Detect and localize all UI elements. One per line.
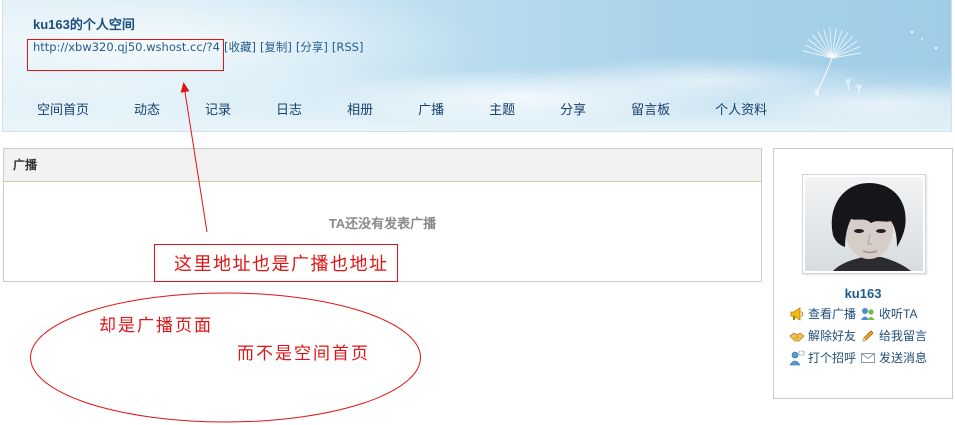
- avatar-photo: [805, 177, 923, 271]
- profile-actions: 查看广播 收听TA 解除好友 给我留言 打个招呼 发送消息: [789, 306, 942, 366]
- avatar-eye-right: [876, 229, 886, 233]
- listen-people-icon: [861, 308, 875, 320]
- page-note-ellipse: [30, 292, 421, 423]
- greet-label: 打个招呼: [808, 351, 857, 365]
- follow-label: 收听TA: [879, 307, 918, 321]
- nav-item-broadcast[interactable]: 广播: [418, 102, 444, 118]
- nav-item-blog[interactable]: 日志: [276, 102, 302, 118]
- megaphone-icon: [790, 307, 803, 321]
- page-note-line-2: 而不是空间首页: [237, 344, 370, 363]
- greet-action[interactable]: 打个招呼: [789, 350, 860, 366]
- avatar[interactable]: [802, 174, 926, 274]
- leave-message-label: 给我留言: [879, 329, 928, 343]
- send-message-label: 发送消息: [879, 351, 928, 365]
- avatar-eye-left: [854, 229, 864, 233]
- profile-username[interactable]: ku163: [774, 286, 952, 301]
- dandelion-filaments: [802, 28, 862, 59]
- nav-item-album[interactable]: 相册: [347, 102, 373, 118]
- nav-item-doing[interactable]: 记录: [205, 102, 231, 118]
- space-url-bar: http://xbw320.qj50.wshost.cc/?4 [收藏] [复制] […: [33, 39, 363, 55]
- nav-item-thread[interactable]: 主题: [489, 102, 515, 118]
- floating-speck: [921, 38, 923, 40]
- send-message-action[interactable]: 发送消息: [860, 350, 942, 366]
- handshake-icon: [789, 332, 805, 342]
- dandelion-stem: [817, 57, 833, 91]
- profile-sidebar: ku163 查看广播 收听TA 解除好友 给我留言 打个招呼 发送消息: [773, 148, 953, 399]
- panel-header: 广播: [4, 149, 761, 182]
- panel-title: 广播: [13, 158, 38, 172]
- dandelion-decoration: [802, 28, 938, 97]
- pencil-icon: [862, 330, 874, 342]
- follow-action[interactable]: 收听TA: [860, 306, 942, 322]
- floating-speck: [934, 46, 938, 50]
- dandelion-seed: [815, 89, 819, 97]
- nav-item-share[interactable]: 分享: [560, 102, 586, 118]
- panel-body: TA还没有发表广播: [4, 182, 761, 233]
- greet-user-icon: [789, 350, 805, 366]
- broadcast-panel: 广播 TA还没有发表广播: [3, 148, 762, 282]
- nav-item-home[interactable]: 空间首页: [37, 102, 89, 118]
- view-broadcast-label: 查看广播: [808, 307, 857, 321]
- remove-friend-action[interactable]: 解除好友: [789, 328, 860, 344]
- rss-link[interactable]: [RSS]: [332, 40, 364, 54]
- nav-item-feed[interactable]: 动态: [134, 102, 160, 118]
- envelope-icon: [861, 353, 875, 363]
- leave-message-action[interactable]: 给我留言: [860, 328, 942, 344]
- space-header-banner: ku163的个人空间 http://xbw320.qj50.wshost.cc/…: [2, 0, 952, 132]
- space-page: ku163的个人空间 http://xbw320.qj50.wshost.cc/…: [0, 0, 955, 425]
- nav-item-profile[interactable]: 个人资料: [715, 102, 767, 118]
- share-link[interactable]: [分享]: [296, 40, 328, 54]
- space-nav: 空间首页 动态 记录 日志 相册 广播 主题 分享 留言板 个人资料: [37, 102, 767, 118]
- space-title[interactable]: ku163的个人空间: [33, 17, 135, 33]
- remove-friend-label: 解除好友: [808, 329, 857, 343]
- nav-item-wall[interactable]: 留言板: [631, 102, 670, 118]
- page-note-line-1: 却是广播页面: [99, 316, 213, 335]
- view-broadcast-action[interactable]: 查看广播: [789, 306, 860, 322]
- floating-seeds: [844, 78, 862, 95]
- copy-link[interactable]: [复制]: [260, 40, 292, 54]
- empty-broadcast-message: TA还没有发表广播: [328, 216, 437, 231]
- floating-speck: [910, 30, 914, 34]
- bookmark-link[interactable]: [收藏]: [224, 40, 256, 54]
- space-url-link[interactable]: http://xbw320.qj50.wshost.cc/?4: [33, 40, 220, 54]
